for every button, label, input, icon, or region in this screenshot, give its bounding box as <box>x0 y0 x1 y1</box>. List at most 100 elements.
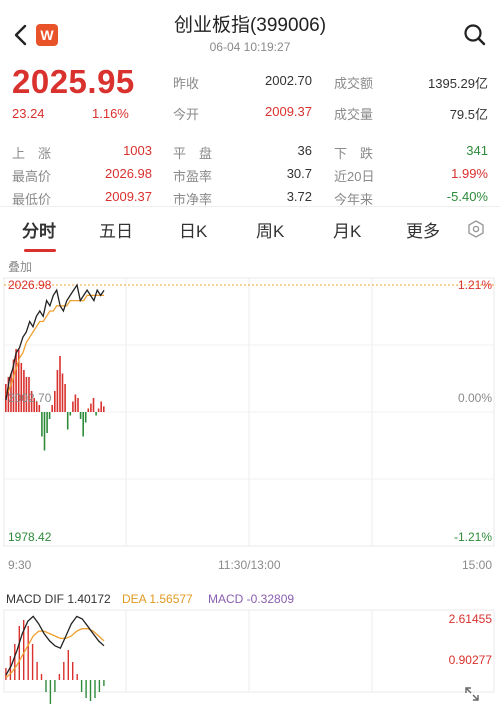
stat-label: 平 盘 <box>173 146 213 161</box>
search-button[interactable] <box>462 22 488 48</box>
stat-value: 3.72 <box>286 189 312 204</box>
volume-bar <box>72 401 74 412</box>
y-tick-bottom: 1978.42 <box>8 530 52 544</box>
stat-label: 下 跌 <box>334 146 374 161</box>
y-tick-mid: 2002.70 <box>8 391 52 405</box>
macd-bar <box>36 662 38 680</box>
volume-bar <box>46 412 48 433</box>
macd-bar <box>98 680 101 692</box>
macd-bar <box>14 644 16 680</box>
stat-label: 成交量 <box>334 107 374 122</box>
macd-bar <box>27 626 29 680</box>
quote-timestamp: 06-04 10:19:27 <box>209 40 291 54</box>
stat-value: 1003 <box>123 143 152 158</box>
stat-label: 今开 <box>173 107 200 122</box>
volume-bar <box>77 398 79 412</box>
stat-value: 341 <box>466 143 488 158</box>
macd-bar <box>103 680 105 686</box>
volume-bar <box>41 412 43 437</box>
stat-label: 成交额 <box>334 76 374 91</box>
overlay-label[interactable]: 叠加 <box>8 258 32 275</box>
stat-value: 1.99% <box>451 166 488 181</box>
volume-bar <box>56 370 59 412</box>
stat-label: 上 涨 <box>12 146 52 161</box>
search-icon <box>464 24 486 46</box>
chart-period-tabs: 分时 五日 日K 周K 月K 更多 <box>0 206 500 252</box>
stat-label: 市盈率 <box>173 169 213 184</box>
volume-bar <box>82 412 84 437</box>
macd-bar <box>31 644 34 680</box>
pct-tick-top: 1.21% <box>457 278 492 292</box>
volume-bar <box>103 406 105 412</box>
macd-bar <box>58 674 61 680</box>
macd-bar <box>40 674 43 680</box>
stat-value: -5.40% <box>446 189 488 204</box>
macd-tick-mid: 0.90277 <box>448 653 492 667</box>
volume-bar <box>87 408 90 412</box>
stat-label: 近20日 <box>334 169 375 184</box>
volume-bar <box>61 373 64 412</box>
macd-bar <box>45 680 47 692</box>
expand-chart-button[interactable] <box>462 684 482 704</box>
macd-dea-line <box>5 628 105 679</box>
pct-tick-mid: 0.00% <box>457 391 492 405</box>
volume-bar <box>64 384 66 412</box>
time-tick-mid: 11:30/13:00 <box>218 558 281 572</box>
stat-value: 30.7 <box>286 166 312 181</box>
volume-bar <box>90 403 92 412</box>
y-tick-top: 2026.98 <box>8 278 52 292</box>
volume-bar <box>84 412 87 423</box>
stat-value: 2026.98 <box>105 166 152 181</box>
price-change-percent: 1.16% <box>92 106 129 121</box>
macd-bar <box>80 680 83 692</box>
tab-five-day[interactable]: 五日 <box>99 217 133 242</box>
stat-value: 36 <box>297 143 312 158</box>
volume-bar <box>92 398 95 412</box>
chart-canvas <box>3 277 495 704</box>
volume-bar <box>100 401 102 412</box>
current-price: 2025.95 <box>12 63 135 100</box>
volume-bar <box>74 394 77 412</box>
macd-bar <box>85 680 87 698</box>
stat-value: 2009.37 <box>265 104 312 119</box>
stat-value: 1395.29亿 <box>428 76 488 91</box>
stat-value: 79.5亿 <box>449 107 488 122</box>
tab-intraday[interactable]: 分时 <box>22 217 56 242</box>
volume-bar <box>38 405 41 412</box>
volume-bar <box>66 412 69 430</box>
macd-bar <box>89 680 92 701</box>
macd-bar <box>76 674 78 680</box>
volume-bar <box>43 412 46 451</box>
macd-bar <box>49 680 52 704</box>
macd-dif-line <box>5 615 105 676</box>
volume-bar <box>48 412 51 419</box>
volume-bar <box>79 412 82 419</box>
hexagon-settings-icon <box>468 220 484 238</box>
macd-bar <box>18 626 20 680</box>
time-tick-end: 15:00 <box>461 558 492 572</box>
stat-value: 2009.37 <box>105 189 152 204</box>
tab-daily-k[interactable]: 日K <box>179 217 207 242</box>
macd-bar <box>72 662 74 680</box>
chart-settings-button[interactable] <box>466 219 486 239</box>
stat-label: 昨收 <box>173 76 200 91</box>
volume-bar <box>69 412 72 416</box>
expand-arrows-icon <box>465 687 479 701</box>
macd-bar <box>54 680 56 692</box>
macd-bars <box>5 620 105 704</box>
volume-bar <box>54 391 56 412</box>
time-tick-start: 9:30 <box>8 558 32 572</box>
tab-more[interactable]: 更多 <box>406 217 440 242</box>
intraday-chart[interactable]: 叠加 2026.98 2002.70 1978.42 1.21% 0.00% -… <box>0 252 500 711</box>
tab-weekly-k[interactable]: 周K <box>256 217 284 242</box>
page-title: 创业板指(399006) <box>173 15 327 36</box>
macd-bar <box>94 680 96 698</box>
macd-value-label: MACD -0.32809 <box>208 592 295 606</box>
macd-tick-top: 2.61455 <box>448 612 492 626</box>
tab-monthly-k[interactable]: 月K <box>333 217 361 242</box>
macd-bar <box>63 662 65 680</box>
volume-bar <box>59 356 61 412</box>
price-change: 23.24 <box>12 106 45 121</box>
volume-bar <box>97 408 100 412</box>
macd-dea-label: DEA 1.56577 <box>122 592 193 606</box>
